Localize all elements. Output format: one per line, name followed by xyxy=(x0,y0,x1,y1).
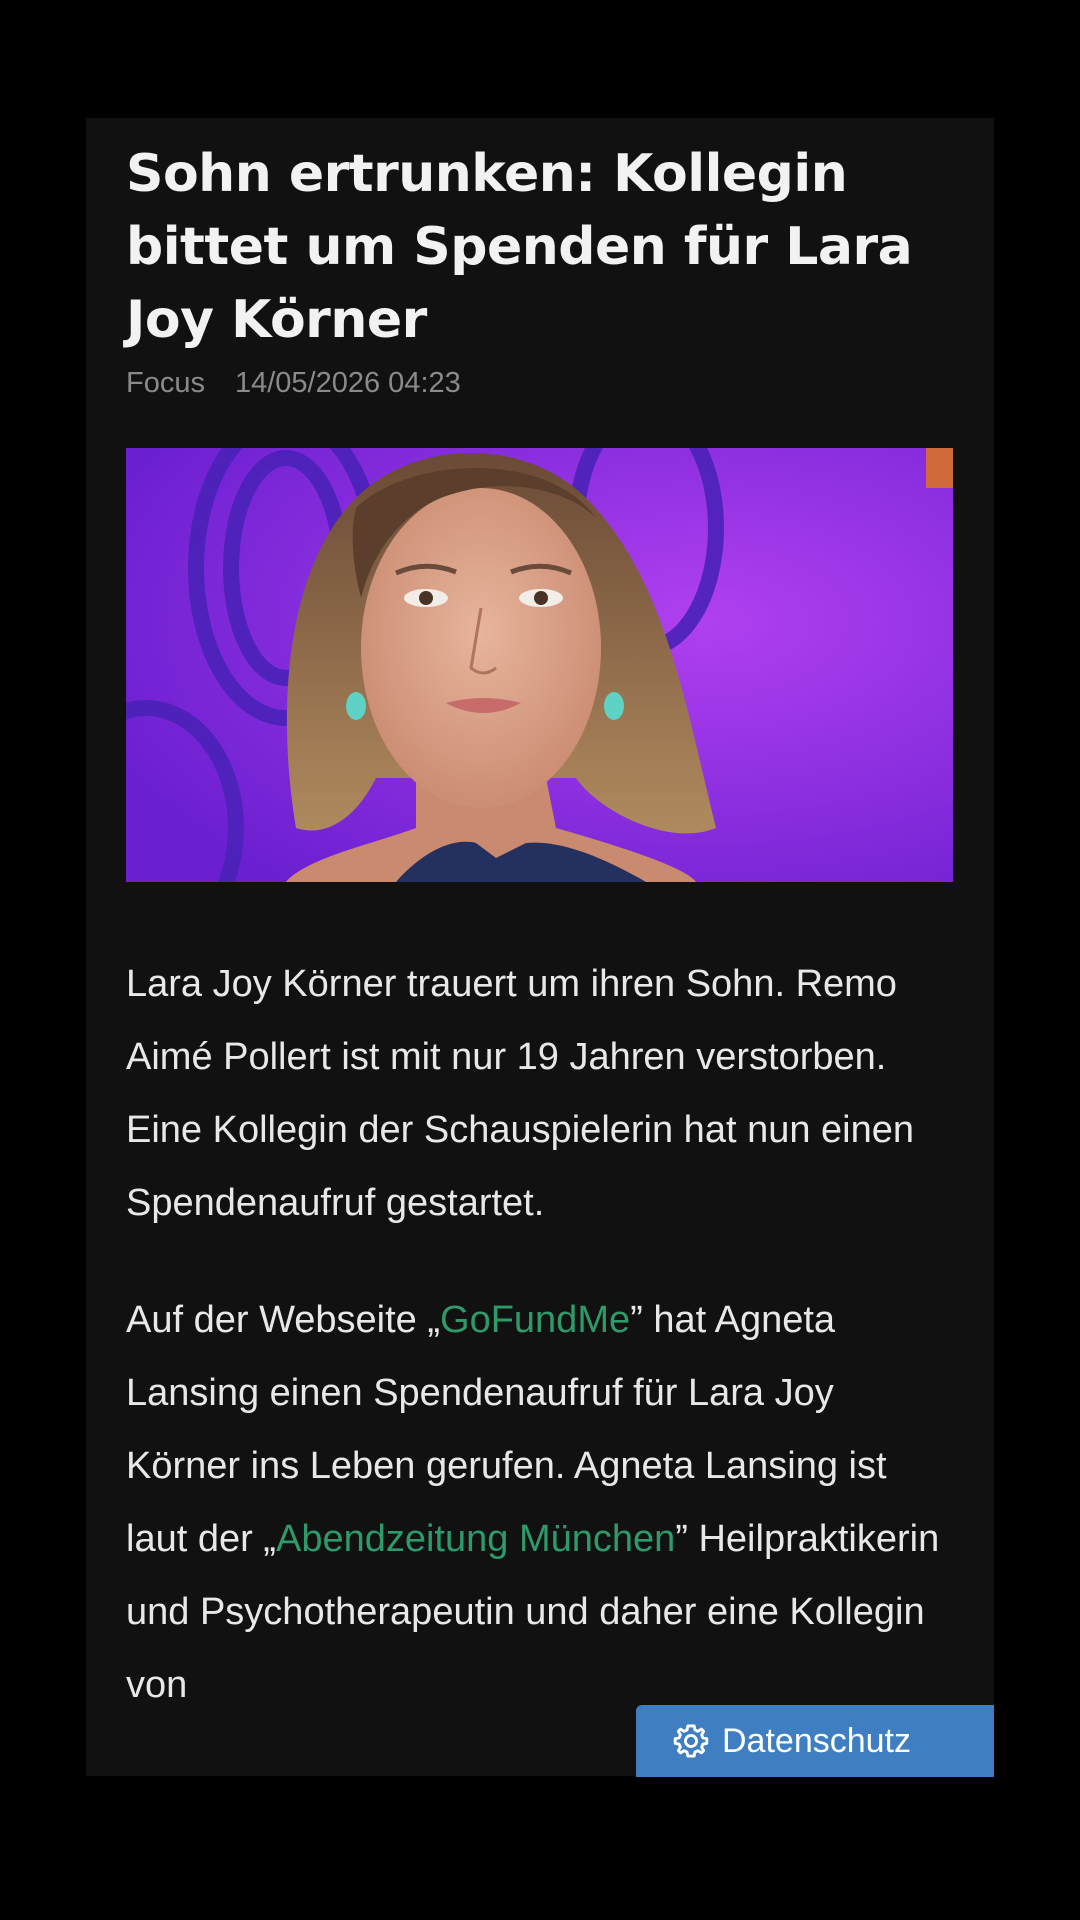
privacy-button-label: Datenschutz xyxy=(722,1721,911,1760)
gear-icon xyxy=(673,1724,709,1758)
article-paragraph-1: Lara Joy Körner trauert um ihren Sohn. R… xyxy=(126,963,914,1224)
article-timestamp: 14/05/2026 04:23 xyxy=(234,366,461,399)
abendzeitung-link[interactable]: Abendzeitung München xyxy=(276,1518,675,1560)
article-headline: Sohn ertrunken: Kollegin bittet um Spend… xyxy=(126,144,913,350)
article-card: Sohn ertrunken: Kollegin bittet um Spend… xyxy=(86,118,994,1776)
gofundme-link[interactable]: GoFundMe xyxy=(440,1299,630,1341)
article-paragraph-2: Auf der Webseite „GoFundMe” hat Agneta L… xyxy=(126,1284,956,1722)
article-body: Lara Joy Körner trauert um ihren Sohn. R… xyxy=(126,948,956,1722)
article-hero-image[interactable] xyxy=(126,448,953,882)
paragraph-text: Auf der Webseite „ xyxy=(126,1299,441,1341)
privacy-settings-button[interactable]: Datenschutz xyxy=(636,1705,994,1777)
article-meta: Focus 14/05/2026 04:23 xyxy=(126,363,956,403)
article-content: Sohn ertrunken: Kollegin bittet um Spend… xyxy=(126,138,956,1766)
article-source: Focus xyxy=(126,366,205,399)
